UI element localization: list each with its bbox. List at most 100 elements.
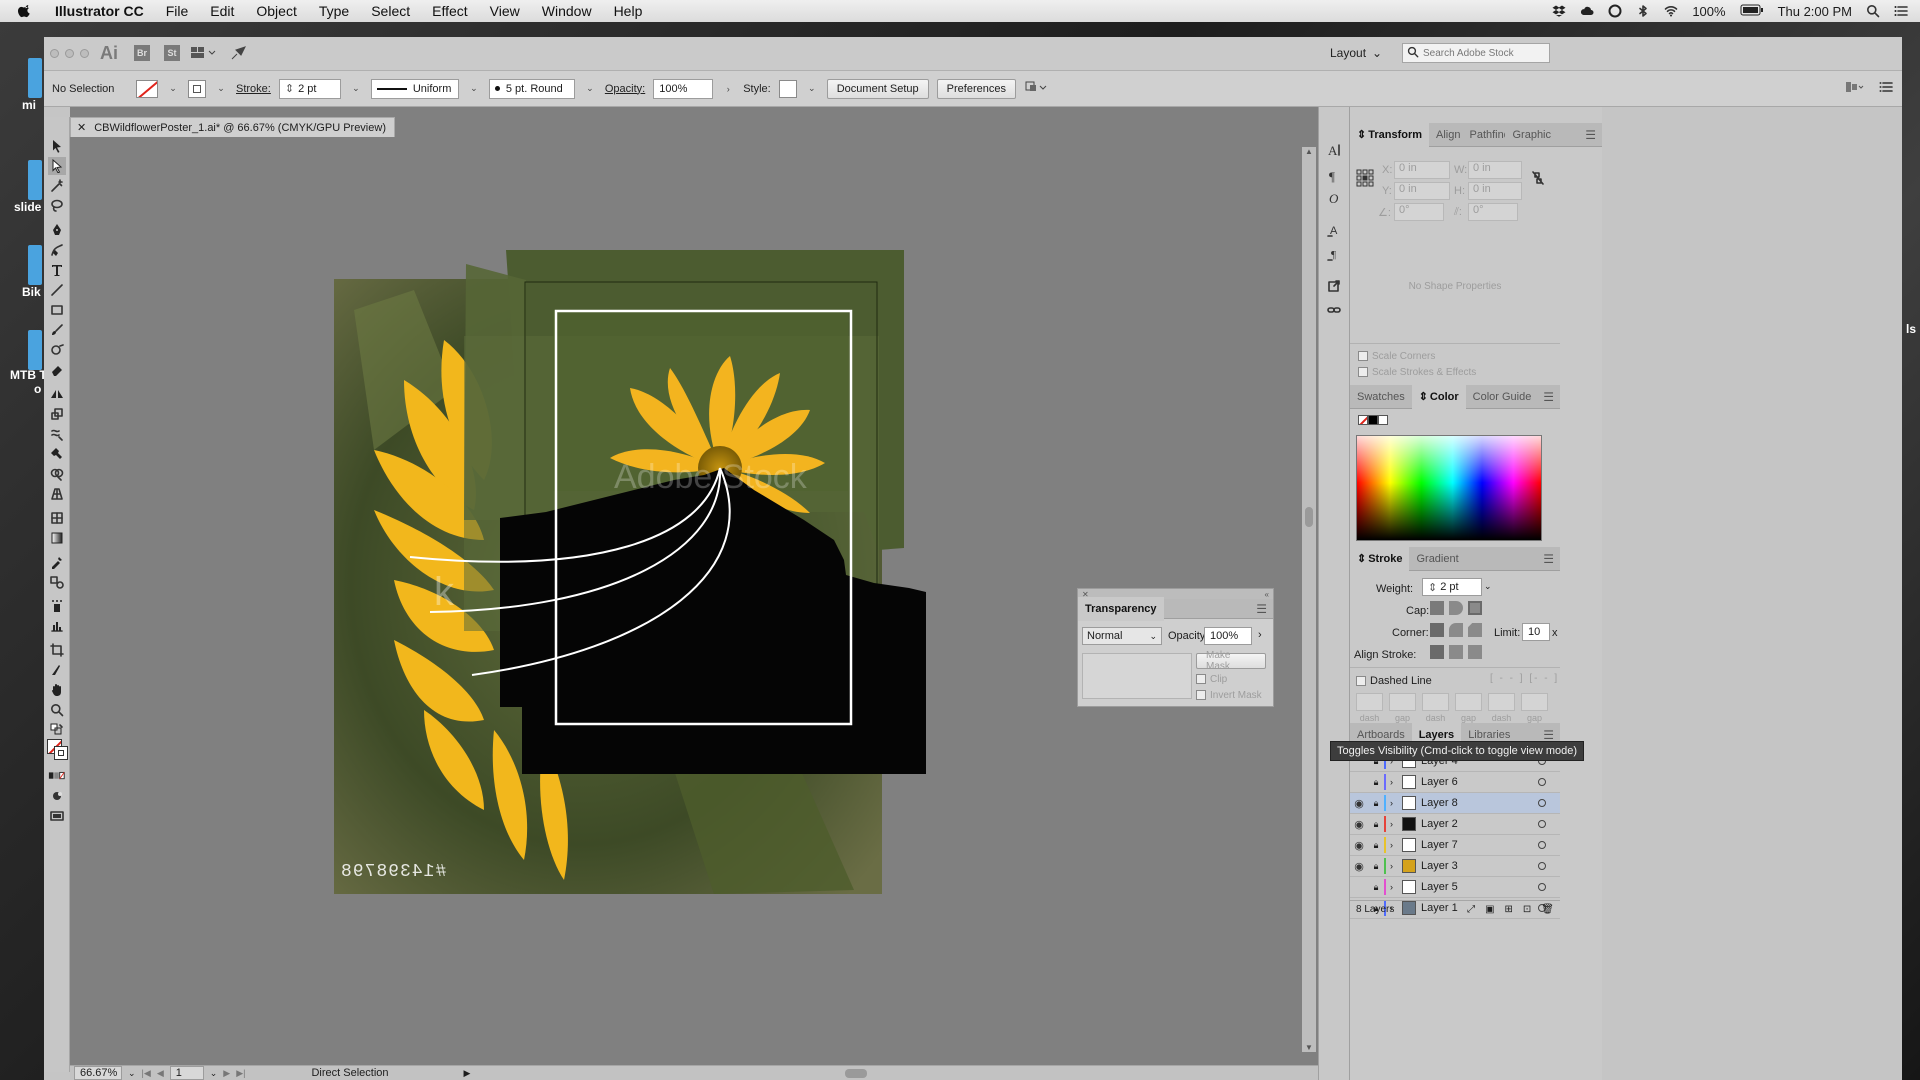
layer-row[interactable]: ◉ 🔒︎ › Layer 8 — [1350, 793, 1560, 814]
target-icon[interactable] — [1538, 883, 1546, 891]
bluetooth-icon[interactable] — [1636, 4, 1650, 18]
tab-stroke[interactable]: ⇕ Stroke — [1350, 546, 1410, 571]
round-join-button[interactable] — [1449, 623, 1463, 637]
dash-alignment-icons[interactable]: [ ‑ ‑ ] [‑ ‑ ] — [1490, 673, 1559, 684]
x-field[interactable]: 0 in — [1394, 161, 1450, 179]
document-tab[interactable]: ✕ CBWildflowerPoster_1.ai* @ 66.67% (CMY… — [70, 117, 395, 137]
menu-type[interactable]: Type — [308, 3, 360, 19]
reflect-tool[interactable] — [48, 385, 66, 403]
locate-object-icon[interactable]: ⤢ — [1467, 904, 1475, 915]
artwork-text[interactable]: #14398798 — [340, 862, 446, 882]
stroke-weight-field[interactable]: ⇕ 2 pt — [278, 78, 341, 99]
arrange-icon[interactable] — [1024, 79, 1048, 98]
gap-field-2[interactable] — [1455, 693, 1482, 711]
tab-swatches[interactable]: Swatches — [1350, 385, 1412, 409]
target-icon[interactable] — [1538, 778, 1546, 786]
scale-strokes-checkbox[interactable]: Scale Strokes & Effects — [1358, 367, 1476, 378]
lock-icon[interactable]: 🔒︎ — [1368, 882, 1384, 893]
magic-wand-tool[interactable] — [48, 177, 66, 195]
align-outside-button[interactable] — [1468, 645, 1482, 659]
invert-mask-checkbox[interactable]: Invert Mask — [1196, 690, 1262, 701]
stroke-color-dropdown[interactable]: ⌄ — [214, 79, 228, 99]
status-arrow-icon[interactable]: ▶ — [463, 1068, 470, 1079]
black-swatch[interactable] — [1368, 415, 1378, 425]
desktop-icon-1[interactable]: mi — [22, 58, 42, 112]
stroke-label[interactable]: Stroke: — [236, 83, 271, 95]
reference-point-icon[interactable] — [1356, 169, 1374, 190]
status-readout[interactable]: Direct Selection — [311, 1067, 457, 1079]
bevel-join-button[interactable] — [1468, 623, 1482, 637]
stroke-weight-dropdown[interactable]: ⌄ — [349, 79, 363, 99]
default-fill-stroke-icon[interactable] — [48, 721, 66, 739]
blend-mode-select[interactable]: Normal ⌄ — [1082, 627, 1162, 645]
zoom-window-button[interactable] — [80, 49, 89, 58]
graphic-style-swatch[interactable] — [778, 79, 797, 98]
pen-tool[interactable] — [48, 221, 66, 239]
new-layer-icon[interactable]: ⊡ — [1523, 904, 1531, 915]
tab-transparency[interactable]: Transparency — [1078, 596, 1164, 621]
layer-name[interactable]: Layer 8 — [1421, 797, 1458, 809]
butt-cap-button[interactable] — [1430, 601, 1444, 615]
character-styles-icon[interactable]: A — [1327, 223, 1341, 237]
visibility-toggle[interactable]: ◉ — [1350, 839, 1368, 852]
control-menu-icon[interactable] — [1879, 80, 1893, 97]
expand-layer-icon[interactable]: › — [1390, 882, 1402, 892]
opacity-label[interactable]: Opacity: — [605, 83, 645, 95]
first-artboard-icon[interactable]: |◀ — [142, 1068, 151, 1079]
gap-field-1[interactable] — [1389, 693, 1416, 711]
close-document-icon[interactable]: ✕ — [77, 121, 86, 134]
app-menu[interactable]: Illustrator CC — [43, 3, 155, 19]
layer-name[interactable]: Layer 3 — [1421, 860, 1458, 872]
paragraph-styles-icon[interactable]: ¶ — [1327, 247, 1341, 261]
opacity-arrow[interactable]: › — [721, 79, 735, 99]
scale-corners-checkbox[interactable]: Scale Corners — [1358, 351, 1435, 362]
vertical-scroll-thumb[interactable] — [1305, 507, 1313, 527]
direct-selection-tool[interactable] — [48, 157, 66, 175]
cloud-icon[interactable] — [1580, 4, 1594, 18]
target-icon[interactable] — [1538, 799, 1546, 807]
artwork[interactable]: Adobe Stock k #14398798 — [334, 250, 954, 894]
weight-field[interactable]: ⇕ 2 pt — [1422, 578, 1482, 596]
tab-color-guide[interactable]: Color Guide — [1466, 385, 1539, 409]
type-tool[interactable] — [48, 261, 66, 279]
fill-stroke-swatches[interactable] — [47, 739, 69, 761]
battery-icon[interactable] — [1740, 4, 1764, 19]
gap-field-3[interactable] — [1521, 693, 1548, 711]
layer-row[interactable]: ◉ 🔒︎ › Layer 3 — [1350, 856, 1560, 877]
dash-field-1[interactable] — [1356, 693, 1383, 711]
clock[interactable]: Thu 2:00 PM — [1778, 4, 1852, 19]
creative-cloud-icon[interactable] — [1608, 4, 1622, 18]
layer-row[interactable]: 🔒︎ › Layer 5 — [1350, 877, 1560, 898]
clipping-mask-icon[interactable]: ▣ — [1485, 904, 1494, 915]
gradient-tool[interactable] — [48, 529, 66, 547]
gpu-performance-icon[interactable] — [230, 45, 246, 64]
lock-icon[interactable]: 🔒︎ — [1368, 798, 1384, 809]
symbol-sprayer-tool[interactable] — [48, 597, 66, 615]
menu-effect[interactable]: Effect — [421, 3, 479, 19]
color-gradient-none-icon[interactable] — [48, 767, 66, 785]
stroke-color-box[interactable] — [54, 746, 68, 760]
dash-field-3[interactable] — [1488, 693, 1515, 711]
tab-gradient[interactable]: Gradient — [1409, 547, 1465, 571]
opentype-panel-icon[interactable]: O — [1327, 191, 1341, 205]
opacity-slider-arrow[interactable]: › — [1258, 629, 1262, 641]
h-field[interactable]: 0 in — [1468, 182, 1522, 200]
draw-mode-icon[interactable] — [48, 787, 66, 805]
align-options-icon[interactable] — [1844, 79, 1866, 98]
dashed-line-checkbox[interactable]: Dashed Line — [1356, 675, 1432, 687]
visibility-toggle[interactable]: ◉ — [1350, 797, 1368, 810]
tab-graphic-styles[interactable]: Graphic — [1505, 123, 1558, 147]
brush-definition[interactable]: 5 pt. Round — [488, 78, 575, 99]
scale-tool[interactable] — [48, 405, 66, 423]
scroll-up-arrow[interactable]: ▲ — [1305, 147, 1313, 156]
delete-layer-icon[interactable]: 🗑︎ — [1541, 904, 1554, 915]
expand-layer-icon[interactable]: › — [1390, 840, 1402, 850]
rectangle-tool[interactable] — [48, 301, 66, 319]
expand-layer-icon[interactable]: › — [1390, 819, 1402, 829]
warp-tool[interactable] — [48, 425, 66, 443]
search-stock-field[interactable]: Search Adobe Stock — [1402, 43, 1550, 63]
fill-swatch[interactable] — [136, 79, 158, 98]
layer-row[interactable]: ◉ 🔒︎ › Layer 7 — [1350, 835, 1560, 856]
eyedropper-tool[interactable] — [48, 553, 66, 571]
lock-icon[interactable]: 🔒︎ — [1368, 840, 1384, 851]
